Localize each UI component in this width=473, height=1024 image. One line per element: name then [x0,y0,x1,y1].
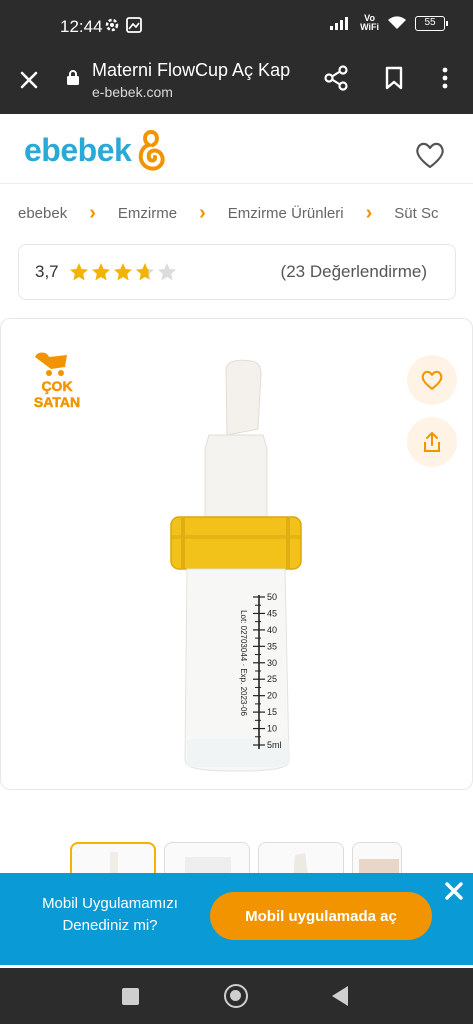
logo-mark-icon [139,130,165,171]
home-icon[interactable] [224,984,248,1008]
bookmark-icon[interactable] [380,64,408,92]
star-empty-icon [157,263,176,281]
badge-line2: SATAN [34,394,80,410]
gallery-icon [126,17,142,33]
signal-icon [330,17,349,30]
scale-label: 25 [267,674,277,684]
lot-text: Lot: 02703044 · Exp. 2023-06 [239,610,248,716]
battery-indicator: 55 [415,15,448,31]
banner-text-line2: Denediniz mi? [62,917,158,934]
app-promo-banner: Mobil Uygulamamızı Denediniz mi? Mobil u… [0,873,473,965]
browser-toolbar: Materni FlowCup Aç Kap e-bebek.com [0,52,473,114]
chevron-right-icon: › [199,201,206,224]
page-url: e-bebek.com [92,84,173,100]
status-time: 12:44 [60,17,103,36]
banner-text: Mobil Uygulamamızı Denediniz mi? [20,893,200,937]
best-seller-badge: ÇOK SATAN [34,352,80,410]
scale-label: 45 [267,608,277,618]
vowifi-label: Vo WiFi [360,13,379,32]
product-photo: 50 45 40 35 30 25 20 15 10 5ml Lot: 02703044 · Ex… [170,359,302,772]
star-filled-icon [91,263,110,281]
scale-label: 5ml [267,740,282,750]
scale-label: 10 [267,724,277,734]
site-header: ebebek [0,114,473,184]
lock-icon [67,70,79,85]
settings-gear-icon [105,18,119,32]
share-product-button[interactable] [407,417,457,467]
badge-line1: ÇOK [41,378,72,394]
scale-label: 40 [267,625,277,635]
star-rating [69,263,176,281]
back-icon[interactable] [332,986,348,1006]
scale-label: 50 [267,592,277,602]
wishlist-heart-icon[interactable] [414,140,446,170]
banner-text-line1: Mobil Uygulamamızı [42,895,178,912]
logo-text: ebebek [24,131,132,168]
scale-label: 20 [267,691,277,701]
page-title: Materni FlowCup Aç Kap [92,60,291,80]
wifi-icon [388,16,406,29]
banner-close-icon[interactable] [442,879,466,903]
heart-icon [421,370,443,390]
share-icon[interactable] [322,64,350,92]
breadcrumb: ebebek › Emzirme › Emzirme Ürünleri › Sü… [0,184,473,242]
system-navigation-bar [0,968,473,1024]
rating-summary[interactable]: 3,7 (23 Değerlendirme) [18,244,456,300]
more-menu-icon[interactable] [432,64,458,92]
product-image-card: ÇOK SATAN 50 45 40 35 30 25 20 15 10 5ml Lot: 027… [0,318,473,790]
scale-label: 30 [267,658,277,668]
breadcrumb-item-sut-saklama[interactable]: Süt Sc [394,205,438,222]
recent-apps-icon[interactable] [122,988,139,1005]
open-in-app-button[interactable]: Mobil uygulamada aç [210,892,432,940]
chevron-right-icon: › [365,201,373,224]
breadcrumb-item-emzirme[interactable]: Emzirme [118,205,177,222]
breadcrumb-item-emzirme-urunleri[interactable]: Emzirme Ürünleri [228,205,344,222]
star-partial-icon [135,263,154,281]
ebebek-logo[interactable]: ebebek [24,128,169,172]
breadcrumb-item-home[interactable]: ebebek [18,205,67,222]
rating-value: 3,7 [35,262,59,281]
status-bar: 12:44 Vo WiFi 55 [0,0,473,52]
chevron-right-icon: › [89,201,96,224]
star-filled-icon [69,263,88,281]
add-to-favorites-button[interactable] [407,355,457,405]
star-filled-icon [113,263,132,281]
share-upload-icon [424,432,440,452]
rating-count: (23 Değerlendirme) [280,262,427,281]
scale-label: 15 [267,707,277,717]
scale-label: 35 [267,641,277,651]
close-icon[interactable] [14,65,44,95]
